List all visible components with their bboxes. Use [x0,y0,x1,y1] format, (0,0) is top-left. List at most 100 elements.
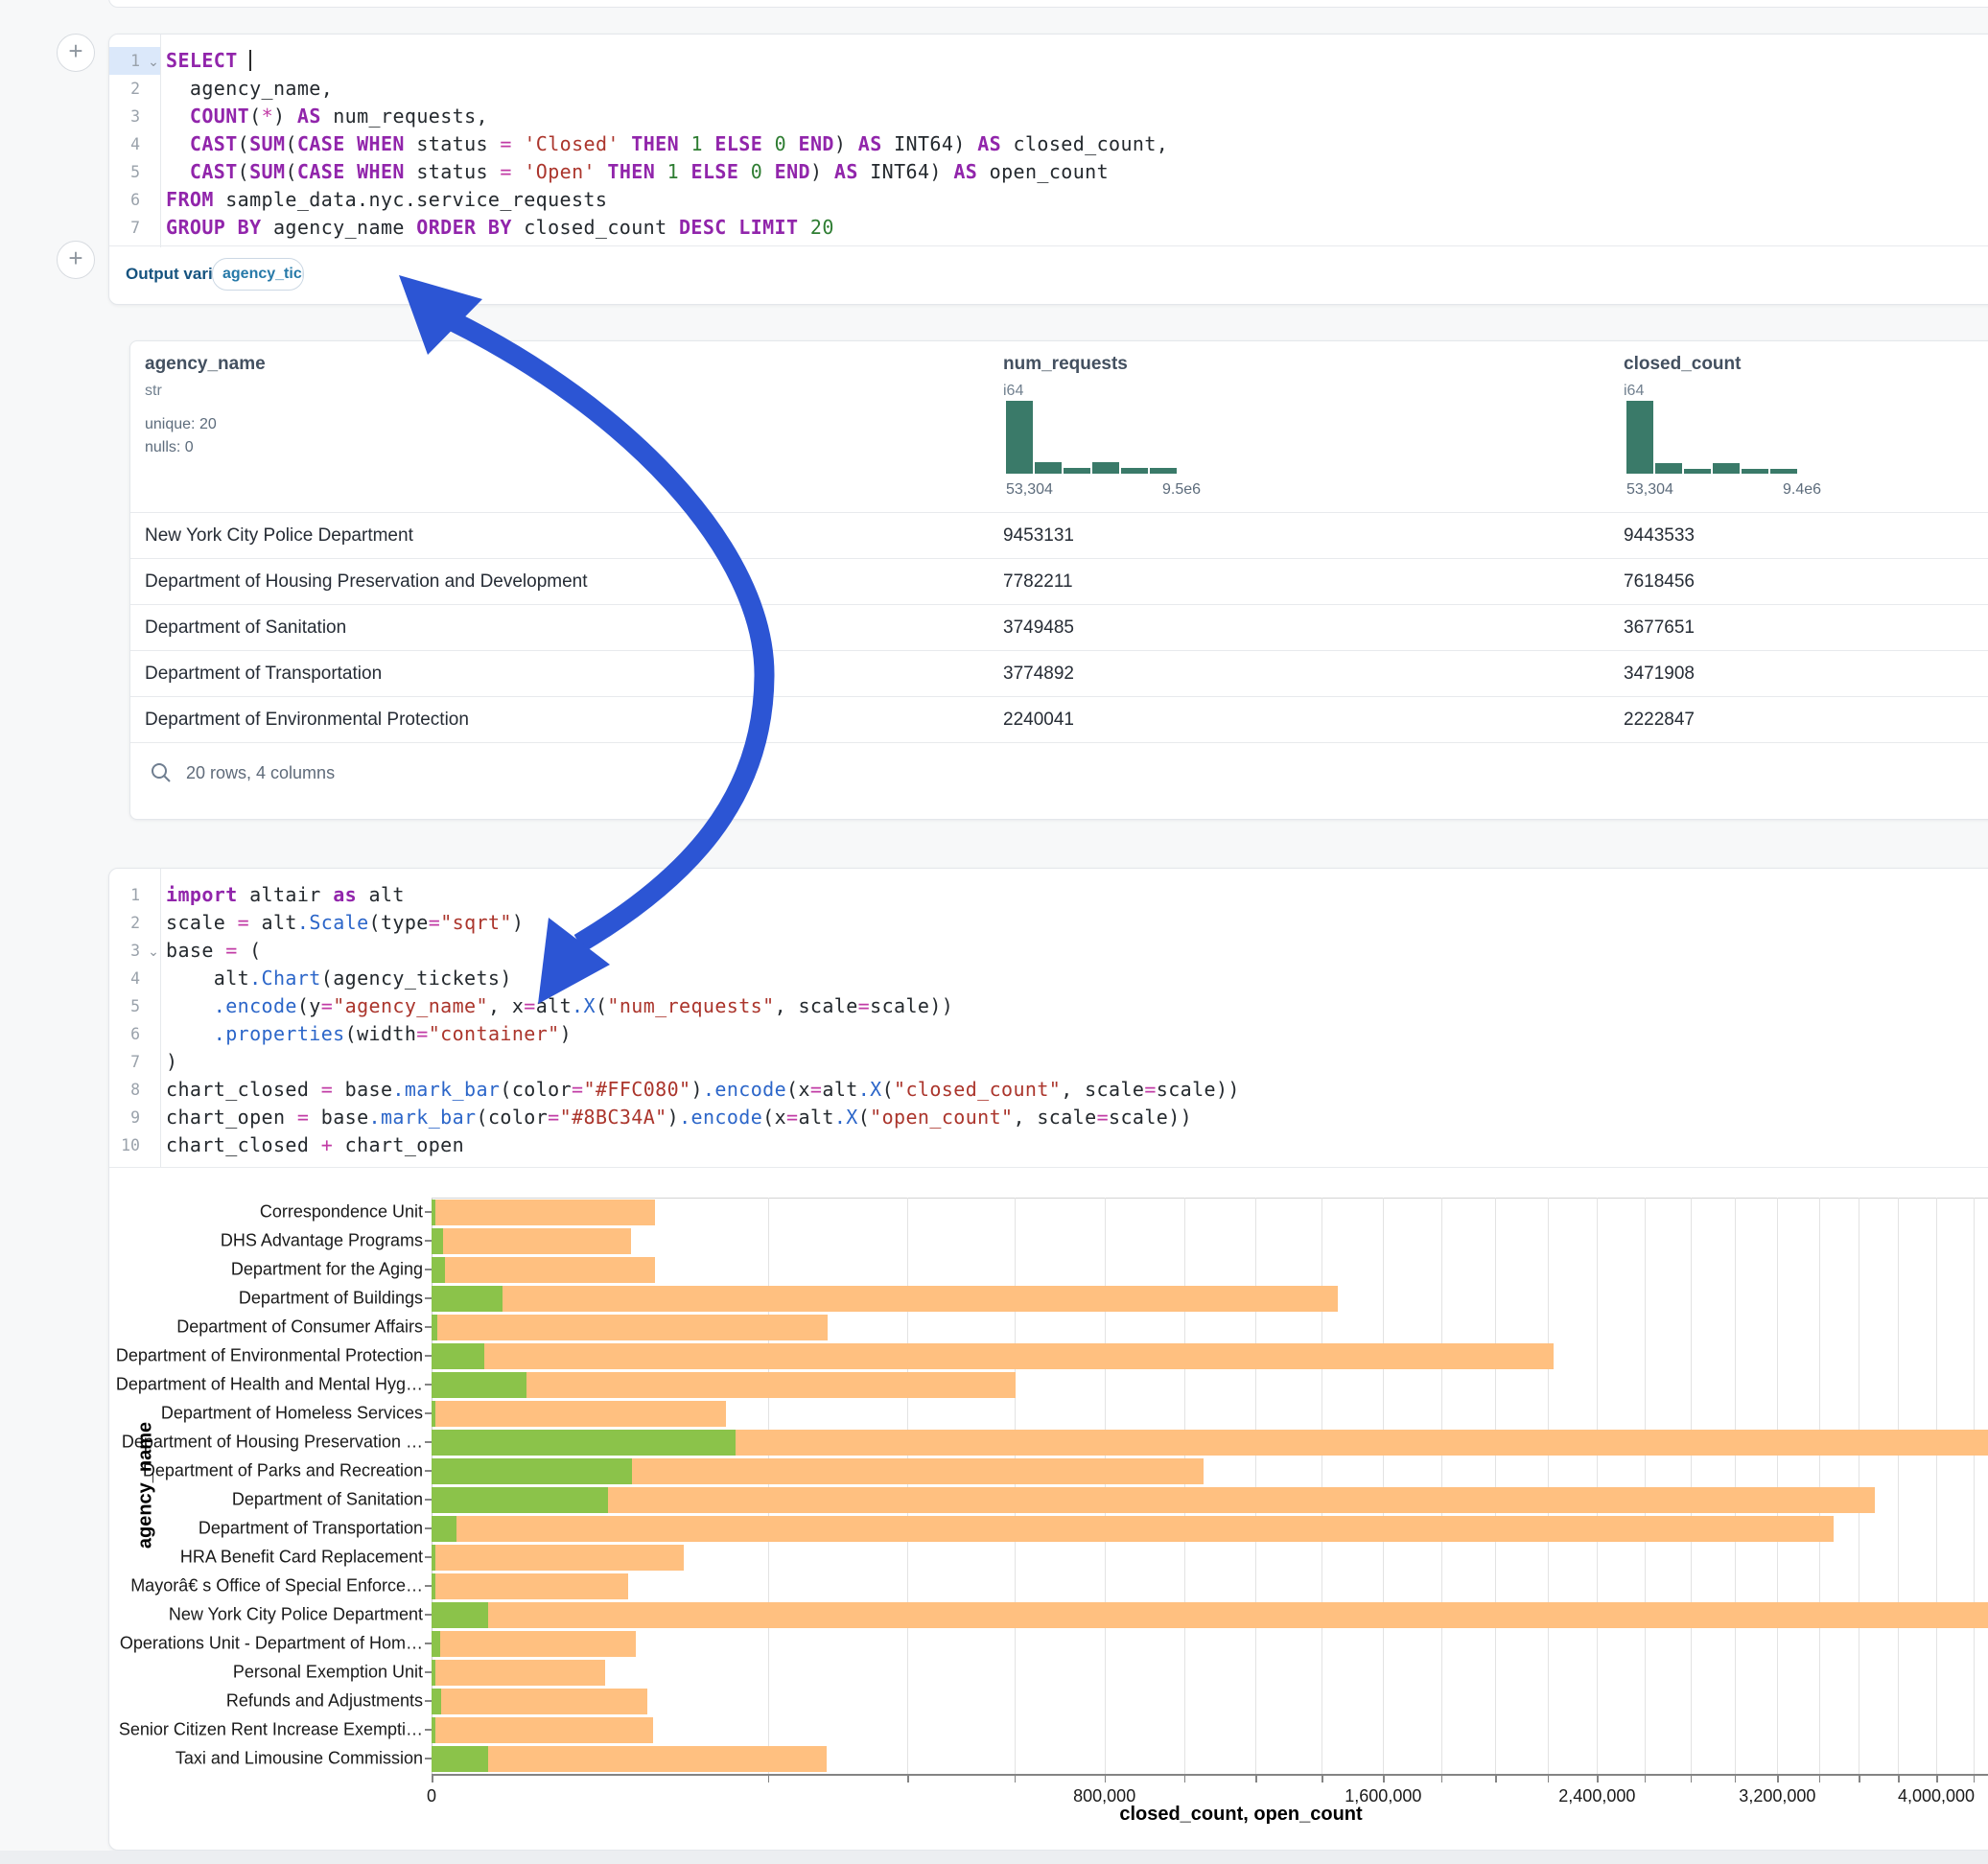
x-tick-label: 0 [427,1786,436,1806]
table-row[interactable]: Department of Transportation377489234719… [130,650,1988,697]
code-token: ( [238,132,249,155]
dataframe-preview: agency_name str unique: 20 nulls: 0 num_… [129,340,1988,820]
closed-count-bar [432,1257,655,1283]
table-row[interactable]: Department of Sanitation37494853677651 [130,604,1988,651]
code-line-text: CAST(SUM(CASE WHEN status = 'Open' THEN … [166,158,1988,186]
x-axis-line [432,1774,1988,1776]
code-line[interactable]: 7GROUP BY agency_name ORDER BY closed_co… [109,214,1988,242]
column-header-agency-name[interactable]: agency_name [145,354,266,375]
y-axis-label: Correspondence Unit [109,1202,423,1223]
code-token: status [405,132,501,155]
search-icon[interactable] [150,761,173,784]
code-token: = [500,132,511,155]
gridline [907,1198,908,1774]
table-row[interactable]: Department of Environmental Protection22… [130,696,1988,743]
code-token [596,160,607,183]
histogram-bar [1006,401,1033,474]
cell-num-requests: 7782211 [1003,571,1073,593]
open-count-bar [432,1458,632,1484]
code-token: INT64) [858,160,954,183]
x-axis-title: closed_count, open_count [1119,1804,1362,1826]
cell-num-requests: 3749485 [1003,617,1074,639]
open-count-bar [432,1602,488,1628]
open-count-bar [432,1689,441,1714]
code-token [786,132,798,155]
column-header-num-requests[interactable]: num_requests [1003,354,1128,375]
code-token: 0 [775,132,786,155]
code-token: INT64) [882,132,978,155]
code-token: ( [249,105,261,128]
chevron-down-icon[interactable]: ⌄ [147,48,160,76]
x-axis-tick [1184,1776,1186,1782]
gridline [1015,1198,1016,1774]
code-line[interactable]: 5 CAST(SUM(CASE WHEN status = 'Open' THE… [109,158,1988,186]
code-line[interactable]: 6FROM sample_data.nyc.service_requests [109,186,1988,214]
code-token [762,160,774,183]
add-cell-button-middle[interactable]: + [57,241,95,279]
open-count-bar [432,1430,736,1456]
histogram-bar [1770,469,1797,474]
x-axis-tick [1495,1776,1497,1782]
code-line[interactable]: 4 CAST(SUM(CASE WHEN status = 'Closed' T… [109,130,1988,158]
code-token [238,49,249,72]
code-token: ( [238,160,249,183]
output-variable-pill[interactable]: agency_tickets [212,258,304,291]
code-token: ) [810,160,834,183]
text-cursor [249,50,261,71]
code-token: closed_count [512,216,679,239]
code-line[interactable]: 1⌄SELECT [109,47,1988,75]
x-axis-tick [1597,1776,1599,1782]
closed-count-bar [432,1315,828,1340]
code-token: AS [953,160,977,183]
gridline [1974,1198,1975,1774]
code-token [762,132,774,155]
y-axis-tick [425,1211,432,1213]
plot-top-rule [432,1198,1988,1199]
y-axis-tick [425,1700,432,1702]
code-token: 0 [751,160,762,183]
histogram-bar [1655,463,1682,474]
line-number: 7 [109,214,160,242]
code-token [512,160,524,183]
histogram-bar [1121,468,1148,474]
y-axis-tick [425,1671,432,1673]
line-number: 2 [109,75,160,103]
histogram-bar [1713,463,1740,474]
y-axis-tick [425,1556,432,1558]
code-token: CASE WHEN [297,132,405,155]
column-stat-nulls: nulls: 0 [145,439,194,456]
code-line[interactable]: 2 agency_name, [109,75,1988,103]
code-token: 1 [667,160,679,183]
gridline [1777,1198,1778,1774]
y-axis-label: New York City Police Department [109,1605,423,1625]
y-axis-tick [425,1326,432,1328]
column-header-closed-count[interactable]: closed_count [1624,354,1741,375]
cell-agency-name: Department of Sanitation [145,617,346,639]
sql-code-editor[interactable]: 1⌄SELECT 2 agency_name,3 COUNT(*) AS num… [109,35,1988,247]
histogram-bar [1742,469,1768,474]
gridline [1255,1198,1256,1774]
code-token: ( [285,132,296,155]
open-count-bar [432,1315,437,1340]
x-axis-tick [1735,1776,1737,1782]
y-axis-label: Department of Homeless Services [109,1404,423,1424]
histogram-bar [1150,468,1177,474]
code-token [727,216,738,239]
open-count-bar [432,1343,484,1369]
histogram-bar [1092,462,1119,474]
open-count-bar [432,1573,435,1599]
code-token [512,132,524,155]
x-tick-label: 4,000,000 [1898,1786,1975,1806]
table-row[interactable]: Department of Housing Preservation and D… [130,558,1988,605]
x-axis-tick [1105,1776,1107,1782]
table-row[interactable]: New York City Police Department945313194… [130,512,1988,559]
code-line[interactable]: 3 COUNT(*) AS num_requests, [109,103,1988,130]
add-cell-button-top[interactable]: + [57,34,95,72]
cell-agency-name: Department of Transportation [145,664,382,685]
cell-closed-count: 2222847 [1624,710,1695,731]
y-axis-title: agency_name [135,1422,157,1549]
code-token: THEN [631,132,679,155]
row-count-summary: 20 rows, 4 columns [186,763,335,783]
open-count-bar [432,1631,440,1657]
sql-cell: 1⌄SELECT 2 agency_name,3 COUNT(*) AS num… [108,34,1988,305]
